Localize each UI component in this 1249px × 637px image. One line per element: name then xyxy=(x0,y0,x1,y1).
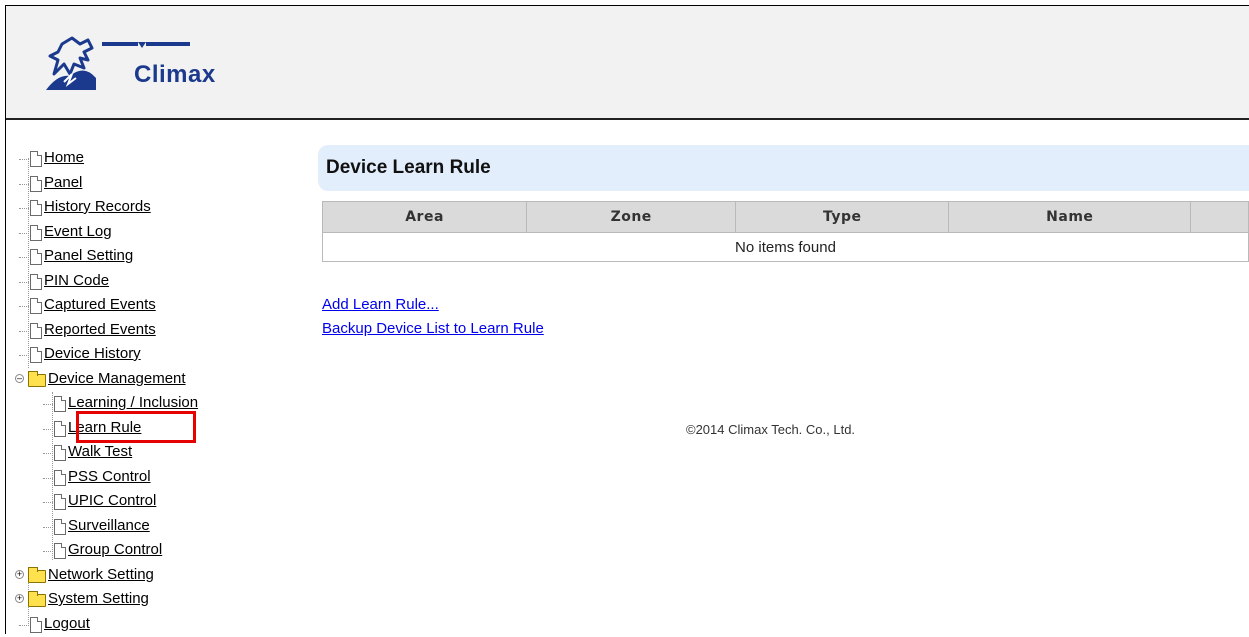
doc-icon xyxy=(54,469,66,486)
brand-name: Climax xyxy=(134,61,216,88)
column-name[interactable]: Name xyxy=(948,201,1192,233)
doc-icon xyxy=(30,616,42,633)
column-actions xyxy=(1190,201,1249,233)
tree-item-label[interactable]: UPIC Control xyxy=(68,490,156,512)
tree-connector xyxy=(43,428,53,430)
header: Climax xyxy=(6,6,1249,120)
tree-item-label[interactable]: PIN Code xyxy=(44,270,109,292)
page-title: Device Learn Rule xyxy=(326,157,491,178)
tree-item-label[interactable]: Home xyxy=(44,147,84,169)
tree-item-label[interactable]: Reported Events xyxy=(44,319,156,341)
folder-icon xyxy=(28,566,46,583)
tree-connector xyxy=(19,306,29,307)
tree-connector xyxy=(43,477,53,479)
column-type[interactable]: Type xyxy=(735,201,950,233)
doc-icon xyxy=(54,445,66,461)
doc-icon xyxy=(54,543,66,559)
tree-line xyxy=(28,158,29,368)
column-zone[interactable]: Zone xyxy=(526,201,737,233)
tree-item-label[interactable]: Device History xyxy=(44,343,141,365)
doc-icon xyxy=(30,151,42,167)
backup-device-list-link[interactable]: Backup Device List to Learn Rule xyxy=(322,320,544,337)
tree-connector xyxy=(19,257,29,258)
tree-item-label[interactable]: Walk Test xyxy=(68,441,132,463)
tree-item-label[interactable]: Logout xyxy=(44,613,90,635)
doc-icon xyxy=(30,175,42,192)
tree-connector xyxy=(43,502,53,503)
doc-icon xyxy=(30,347,42,363)
doc-icon xyxy=(30,298,42,314)
tree-item-label[interactable]: Panel Setting xyxy=(44,245,133,267)
selection-highlight xyxy=(76,411,196,443)
column-area[interactable]: Area xyxy=(321,201,528,233)
doc-icon xyxy=(54,396,66,412)
tree-item-label[interactable]: Device Management xyxy=(48,368,186,390)
doc-icon xyxy=(54,420,66,437)
tree-item-label[interactable]: PSS Control xyxy=(68,466,151,488)
tree-item-label[interactable]: Captured Events xyxy=(44,294,156,316)
collapse-toggle-icon[interactable]: – xyxy=(15,373,24,383)
folder-open-icon xyxy=(28,370,46,387)
empty-message: No items found xyxy=(322,232,1249,262)
doc-icon xyxy=(30,224,42,241)
copyright: ©2014 Climax Tech. Co., Ltd. xyxy=(686,422,856,437)
tree-item-label[interactable]: History Records xyxy=(44,196,151,218)
doc-icon xyxy=(54,518,66,535)
tree-connector xyxy=(43,551,53,552)
add-learn-rule-link[interactable]: Add Learn Rule... xyxy=(322,296,439,313)
tree-connector xyxy=(43,453,53,454)
tree-item-label[interactable]: Panel xyxy=(44,172,82,194)
tree-line xyxy=(52,392,53,560)
tree-item-label[interactable]: Network Setting xyxy=(48,564,154,586)
title-bar: Device Learn Rule xyxy=(318,145,1249,191)
tree-connector xyxy=(19,355,29,356)
tree-connector xyxy=(19,281,29,283)
table-row: No items found xyxy=(322,232,1249,262)
expand-toggle-icon[interactable]: + xyxy=(15,594,24,603)
doc-icon xyxy=(30,273,42,290)
expand-toggle-icon[interactable]: + xyxy=(15,569,24,579)
tree-connector xyxy=(19,232,29,234)
doc-icon xyxy=(30,322,42,339)
tree-connector xyxy=(43,526,53,528)
doc-icon xyxy=(30,249,42,265)
page-frame: Climax Home Panel History Records Event Log… xyxy=(5,5,1249,634)
tree-item-label[interactable]: Surveillance xyxy=(68,515,150,537)
tree-connector xyxy=(43,404,53,405)
tree-item-label[interactable]: System Setting xyxy=(48,588,149,610)
tree-connector xyxy=(19,208,29,209)
table-header-row: Area Zone Type Name xyxy=(321,201,1249,233)
doc-icon xyxy=(54,494,66,510)
tree-item-label[interactable]: Event Log xyxy=(44,221,112,243)
doc-icon xyxy=(30,200,42,216)
tree-connector xyxy=(19,624,29,626)
folder-icon xyxy=(28,591,46,607)
tree-connector xyxy=(19,183,29,185)
tree-connector xyxy=(19,330,29,332)
learn-rule-table: Area Zone Type Name No items found xyxy=(321,201,1249,262)
tree-connector xyxy=(19,159,29,160)
tree-item-label[interactable]: Group Control xyxy=(68,539,162,561)
